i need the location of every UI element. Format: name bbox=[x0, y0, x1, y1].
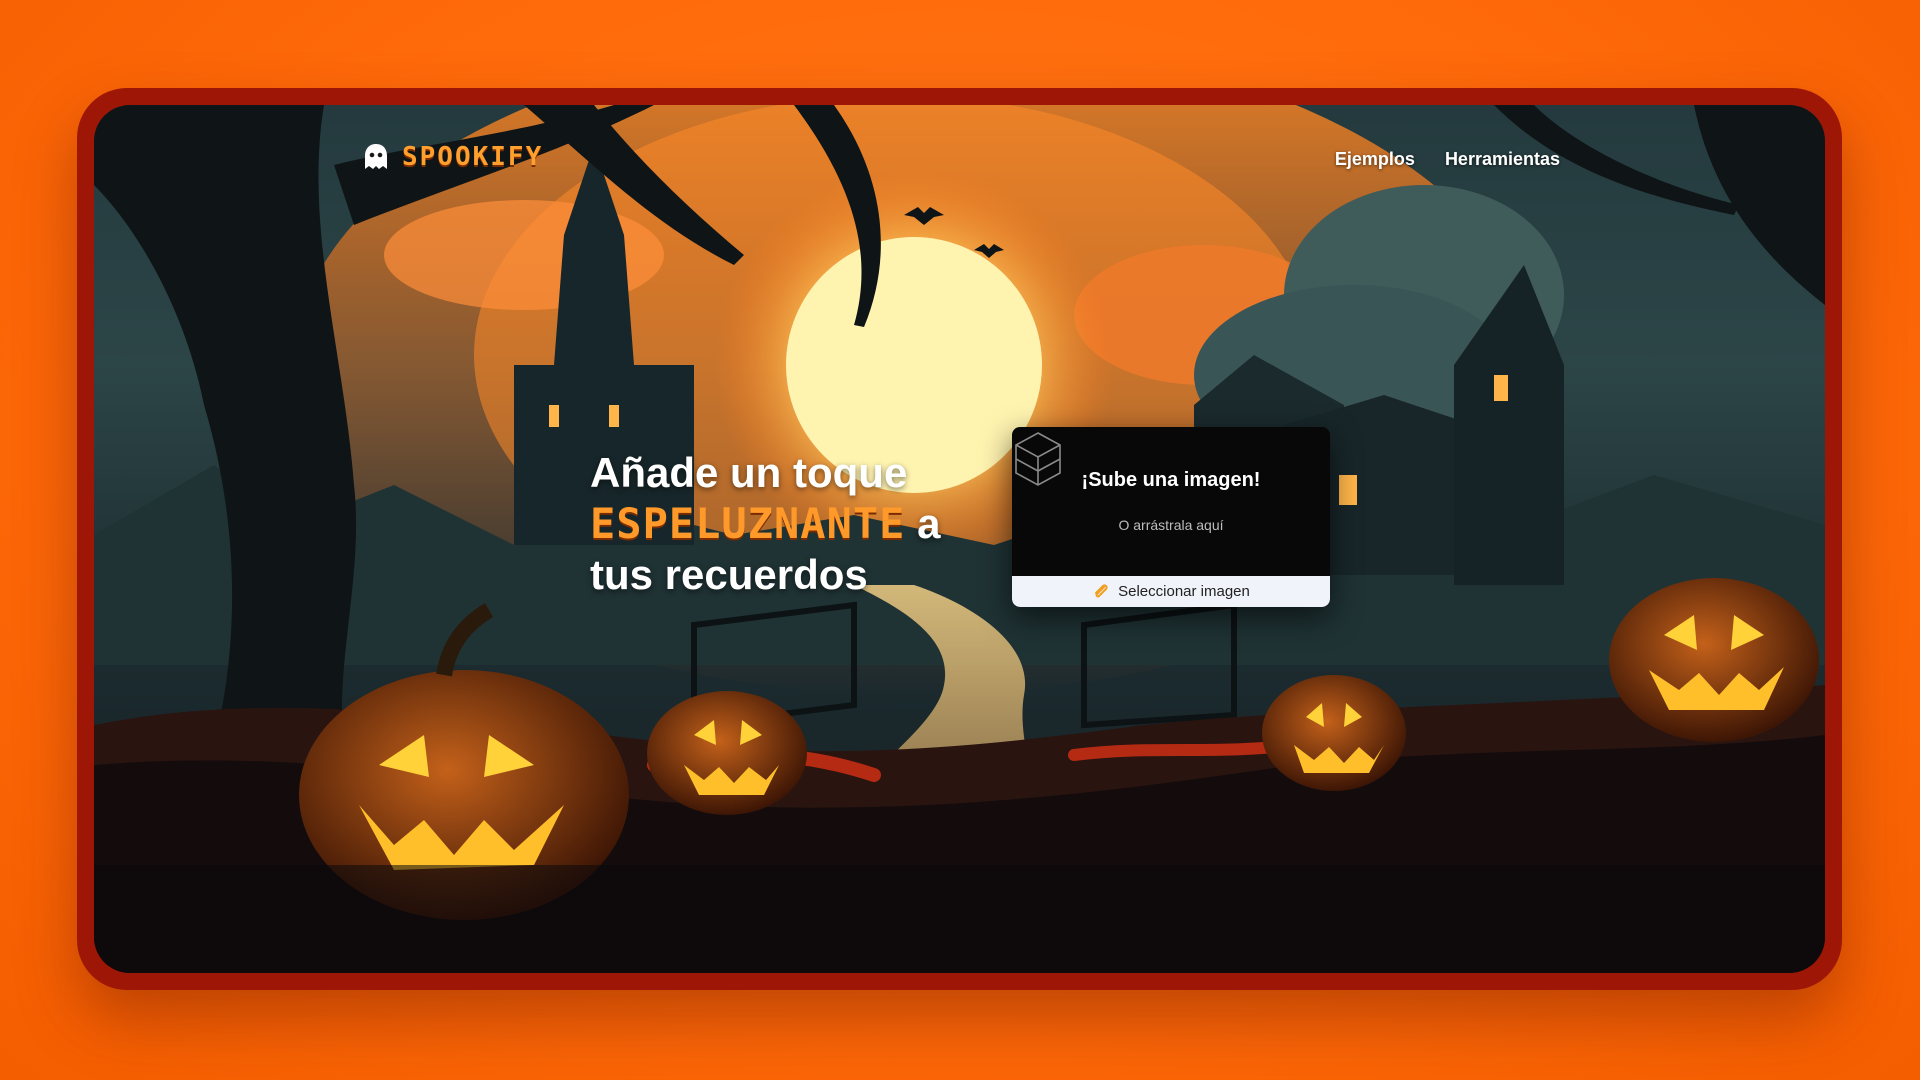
brand-logo[interactable]: SPOOKIFY bbox=[360, 141, 543, 173]
paperclip-icon bbox=[1095, 583, 1108, 597]
hero-connector: a bbox=[917, 500, 941, 547]
top-navigation: Ejemplos Herramientas bbox=[1335, 149, 1560, 170]
hero-highlight: ESPELUZNANTE bbox=[590, 499, 906, 548]
hero-line-3: tus recuerdos bbox=[590, 551, 868, 598]
hero-headline: Añade un toque ESPELUZNANTE a tus recuer… bbox=[590, 447, 970, 600]
nav-link-ejemplos[interactable]: Ejemplos bbox=[1335, 149, 1415, 170]
device-frame: SPOOKIFY Ejemplos Herramientas Añade un … bbox=[77, 88, 1842, 990]
app-screen: SPOOKIFY Ejemplos Herramientas Añade un … bbox=[94, 105, 1825, 973]
ghost-icon bbox=[365, 144, 387, 169]
brand-name: SPOOKIFY bbox=[402, 142, 544, 172]
select-image-label: Seleccionar imagen bbox=[1118, 583, 1250, 600]
upload-title: ¡Sube una imagen! bbox=[1081, 469, 1261, 491]
select-image-button[interactable]: Seleccionar imagen bbox=[1012, 576, 1330, 607]
hero-line-2: ESPELUZNANTE a bbox=[590, 498, 970, 549]
upload-subtitle: O arrástrala aquí bbox=[1118, 517, 1224, 533]
upload-dropzone[interactable]: ¡Sube una imagen! O arrástrala aquí Sele… bbox=[1012, 427, 1330, 607]
nav-link-herramientas[interactable]: Herramientas bbox=[1445, 149, 1560, 170]
hero-line-1: Añade un toque bbox=[590, 449, 908, 496]
